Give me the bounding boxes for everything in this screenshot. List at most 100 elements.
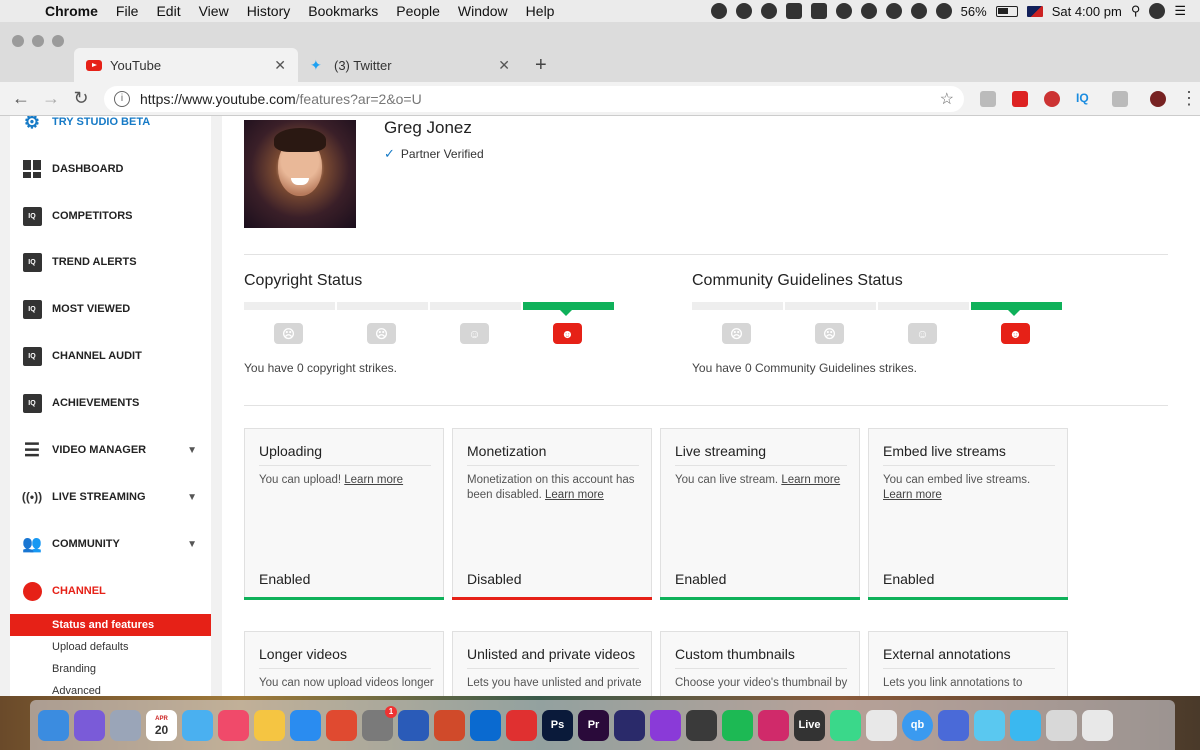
menu-window[interactable]: Window (449, 3, 517, 19)
premiere-icon[interactable]: Pr (578, 709, 609, 741)
finder-icon[interactable] (38, 709, 69, 741)
sidebar-item-live-streaming[interactable]: ((•)) LIVE STREAMING ▼ (10, 482, 211, 512)
outlook-icon[interactable] (470, 709, 501, 741)
messages-icon[interactable] (182, 709, 213, 741)
gear-icon: ⚙ (23, 116, 41, 132)
window-zoom-button[interactable] (52, 35, 64, 47)
qbittorrent-icon[interactable]: qb (902, 709, 933, 741)
forward-arrow-icon[interactable]: → (36, 88, 66, 109)
photos-icon[interactable] (254, 709, 285, 741)
system-preferences-icon[interactable]: 1 (362, 705, 397, 741)
launchpad-icon[interactable] (110, 709, 141, 741)
sidebar-item-video-manager[interactable]: ☰ VIDEO MANAGER ▼ (10, 435, 211, 465)
menu-history[interactable]: History (238, 3, 300, 19)
creative-cloud-icon[interactable] (710, 3, 727, 19)
screenshot-icon[interactable] (1010, 709, 1041, 741)
sidebar-item-competitors[interactable]: IQ COMPETITORS (10, 201, 211, 231)
chrome-icon[interactable] (326, 709, 357, 741)
notification-center-icon[interactable]: ☰ (1174, 3, 1186, 19)
menu-help[interactable]: Help (517, 3, 564, 19)
learn-more-link[interactable]: Learn more (545, 489, 604, 501)
tab-twitter[interactable]: ✦ (3) Twitter ✕ (298, 48, 522, 82)
reload-icon[interactable]: ↻ (66, 88, 96, 109)
bookmark-star-icon[interactable]: ☆ (940, 89, 954, 109)
red-extension-icon[interactable] (1044, 90, 1060, 107)
address-bar[interactable]: i https://www.youtube.com/features?ar=2&… (104, 85, 964, 112)
keyboard-icon[interactable] (974, 709, 1005, 741)
subnav-advanced[interactable]: Advanced (10, 680, 211, 696)
calendar-icon[interactable]: APR 20 (146, 709, 177, 741)
menu-view[interactable]: View (190, 3, 238, 19)
trash-icon[interactable] (1082, 709, 1113, 741)
sidebar-item-trend-alerts[interactable]: IQ TREND ALERTS (10, 247, 211, 277)
subnav-branding[interactable]: Branding (10, 658, 211, 680)
profile-avatar-icon[interactable] (1150, 90, 1166, 107)
menu-edit[interactable]: Edit (147, 3, 189, 19)
vpn-icon[interactable] (830, 709, 861, 741)
keyboard-flag-icon[interactable] (1026, 5, 1043, 17)
terminal-icon[interactable] (810, 3, 827, 19)
spotlight-search-icon[interactable]: ⚲ (1131, 3, 1141, 19)
siri-icon[interactable] (1149, 3, 1166, 19)
dropbox-icon[interactable] (785, 3, 802, 19)
chevron-down-icon[interactable]: ▼ (187, 445, 197, 456)
back-arrow-icon[interactable]: ← (6, 88, 36, 109)
chevron-down-icon[interactable]: ▼ (187, 539, 197, 550)
siri-icon[interactable] (74, 709, 105, 741)
drive-extension-icon[interactable] (980, 90, 996, 107)
battery-percent[interactable]: 56% (961, 4, 987, 19)
battery-icon[interactable] (995, 5, 1018, 17)
app-store-icon[interactable] (290, 709, 321, 741)
menu-people[interactable]: People (387, 3, 449, 19)
subnav-upload-defaults[interactable]: Upload defaults (10, 636, 211, 658)
itunes-icon[interactable] (218, 709, 249, 741)
evernote-icon[interactable] (760, 3, 777, 19)
extension-icon[interactable] (1112, 90, 1128, 107)
window-minimize-button[interactable] (32, 35, 44, 47)
acrobat-icon[interactable] (506, 709, 537, 741)
quicktime-icon[interactable] (614, 709, 645, 741)
audacity-icon[interactable] (758, 709, 789, 741)
chevron-down-icon[interactable]: ▼ (187, 492, 197, 503)
subnav-status-and-features[interactable]: Status and features (10, 614, 211, 636)
site-info-icon[interactable]: i (114, 90, 130, 107)
bluetooth-icon[interactable] (885, 3, 902, 19)
folder-icon[interactable] (938, 709, 969, 741)
tab-close-icon[interactable]: ✕ (498, 57, 510, 74)
menubar-clock[interactable]: Sat 4:00 pm (1052, 4, 1122, 19)
sidebar-item-community[interactable]: 👥 COMMUNITY ▼ (10, 529, 211, 559)
powerpoint-icon[interactable] (434, 709, 465, 741)
downloads-folder-icon[interactable] (1046, 709, 1077, 741)
sidebar-item-try-studio-beta[interactable]: ⚙ TRY STUDIO BETA (10, 116, 211, 137)
gmail-icon[interactable] (735, 3, 752, 19)
spotify-icon[interactable] (722, 709, 753, 741)
sidebar-item-achievements[interactable]: IQ ACHIEVEMENTS (10, 388, 211, 418)
learn-more-link[interactable]: Learn more (344, 474, 403, 486)
sidebar-item-channel-audit[interactable]: IQ CHANNEL AUDIT (10, 341, 211, 371)
learn-more-link[interactable]: Learn more (781, 474, 840, 486)
menu-file[interactable]: File (107, 3, 148, 19)
volume-icon[interactable] (935, 3, 952, 19)
sync-icon[interactable] (835, 3, 852, 19)
time-machine-icon[interactable] (860, 3, 877, 19)
sidebar-item-most-viewed[interactable]: IQ MOST VIEWED (10, 294, 211, 324)
window-close-button[interactable] (12, 35, 24, 47)
imovie-icon[interactable] (650, 709, 681, 741)
menu-app-name[interactable]: Chrome (36, 3, 107, 19)
notes-icon[interactable] (866, 709, 897, 741)
ableton-live-icon[interactable]: Live (794, 709, 825, 741)
new-tab-button[interactable]: + (535, 54, 547, 77)
word-icon[interactable] (398, 709, 429, 741)
sidebar-item-channel[interactable]: CHANNEL (10, 576, 211, 606)
sidebar-item-dashboard[interactable]: DASHBOARD (10, 154, 211, 184)
unity-icon[interactable] (686, 709, 717, 741)
tab-close-icon[interactable]: ✕ (274, 57, 286, 74)
tubebuddy-iq-icon[interactable]: IQ (1076, 91, 1096, 107)
photoshop-icon[interactable]: Ps (542, 709, 573, 741)
wifi-icon[interactable] (910, 3, 927, 19)
menu-bookmarks[interactable]: Bookmarks (299, 3, 387, 19)
tab-youtube[interactable]: YouTube ✕ (74, 48, 298, 82)
chrome-menu-icon[interactable]: ⋮ (1180, 88, 1198, 109)
ublock-extension-icon[interactable] (1012, 90, 1028, 107)
learn-more-link[interactable]: Learn more (883, 489, 942, 501)
